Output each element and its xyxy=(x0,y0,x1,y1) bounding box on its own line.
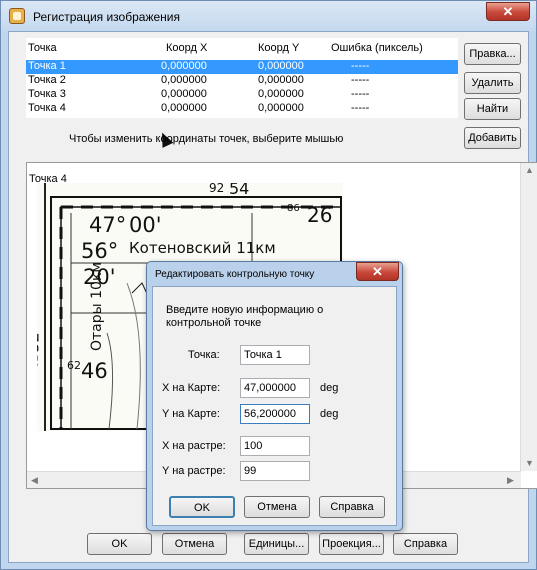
point-name: Точка 4 xyxy=(28,102,66,114)
help-button[interactable]: Справка xyxy=(393,533,458,555)
edit-control-point-dialog: Редактировать контрольную точку ✕ Введит… xyxy=(146,261,403,531)
y-raster-field[interactable]: 99 xyxy=(240,461,310,481)
table-row[interactable]: Точка 4 0,000000 0,000000 ----- xyxy=(26,102,458,116)
map-label-lat1: 47° xyxy=(89,213,127,237)
map-label-46: 46 xyxy=(81,359,108,383)
y-map-field[interactable]: 56,200000 xyxy=(240,404,310,424)
delete-button[interactable]: Удалить xyxy=(464,72,521,94)
y-unit: deg xyxy=(320,408,339,420)
header-error: Ошибка (пиксель) xyxy=(331,42,423,54)
table-row[interactable]: Точка 3 0,000000 0,000000 ----- xyxy=(26,88,458,102)
scroll-down-arrow-icon[interactable]: ▼ xyxy=(525,458,534,468)
error-value: ----- xyxy=(351,60,370,72)
header-coord-x: Коорд X xyxy=(166,42,208,54)
error-value: ----- xyxy=(351,102,370,114)
coord-x: 0,000000 xyxy=(161,60,207,72)
points-list-header: Точка Коорд X Коорд Y Ошибка (пиксель) xyxy=(26,42,458,58)
header-coord-y: Коорд Y xyxy=(258,42,300,54)
scroll-left-arrow-icon[interactable]: ◀ xyxy=(31,475,38,486)
map-label-lat2: 56° xyxy=(81,239,119,263)
x-raster-field[interactable]: 100 xyxy=(240,436,310,456)
dialog-title: Редактировать контрольную точку xyxy=(155,269,315,280)
title-bar: Регистрация изображения ✕ xyxy=(1,1,536,31)
cancel-button[interactable]: Отмена xyxy=(162,533,227,555)
hint-text: Чтобы изменить координаты точек, выберит… xyxy=(69,133,344,145)
map-label-52: 52 xyxy=(37,332,43,353)
map-label-26: 26 xyxy=(307,203,333,227)
map-label-62-left: 62 xyxy=(37,354,41,369)
point-name: Точка 2 xyxy=(28,74,66,86)
points-list[interactable]: Точка Коорд X Коорд Y Ошибка (пиксель) Т… xyxy=(26,38,458,118)
y-raster-label: Y на растре: xyxy=(162,465,226,477)
map-label-86: 86 xyxy=(287,203,300,214)
coord-y: 0,000000 xyxy=(258,60,304,72)
coord-x: 0,000000 xyxy=(161,74,207,86)
window-title: Регистрация изображения xyxy=(33,10,180,24)
scroll-up-arrow-icon[interactable]: ▲ xyxy=(525,165,534,175)
table-row[interactable]: Точка 2 0,000000 0,000000 ----- xyxy=(26,74,458,88)
close-icon[interactable]: ✕ xyxy=(486,2,530,21)
map-label-54: 54 xyxy=(229,183,250,198)
dialog-help-button[interactable]: Справка xyxy=(319,496,385,518)
app-icon xyxy=(9,8,25,24)
find-button[interactable]: Найти xyxy=(464,98,521,120)
point-name: Точка 3 xyxy=(28,88,66,100)
coord-y: 0,000000 xyxy=(258,74,304,86)
dialog-ok-button[interactable]: OK xyxy=(169,496,235,518)
point-name-field[interactable]: Точка 1 xyxy=(240,345,310,365)
map-label-lat1-min: 00' xyxy=(129,213,162,237)
error-value: ----- xyxy=(351,88,370,100)
coord-x: 0,000000 xyxy=(161,88,207,100)
x-map-label: X на Карте: xyxy=(162,382,221,394)
dialog-client: Введите новую информацию о контрольной т… xyxy=(152,286,397,526)
map-label-62-bottom: 62 xyxy=(67,359,81,372)
dialog-close-icon[interactable]: ✕ xyxy=(356,262,399,281)
dialog-instruction-line2: контрольной точке xyxy=(166,317,262,329)
ok-button[interactable]: OK xyxy=(87,533,152,555)
point-label: Точка: xyxy=(188,349,220,361)
map-label-place: Котеновский 11км xyxy=(129,239,276,257)
projection-button[interactable]: Проекция... xyxy=(319,533,384,555)
scroll-right-arrow-icon[interactable]: ▶ xyxy=(507,475,514,486)
coord-x: 0,000000 xyxy=(161,102,207,114)
edit-button[interactable]: Правка... xyxy=(464,43,521,65)
add-button[interactable]: Добавить xyxy=(464,127,521,149)
point-name: Точка 1 xyxy=(28,60,66,72)
map-label-92: 92 xyxy=(209,183,225,195)
coord-y: 0,000000 xyxy=(258,102,304,114)
table-row[interactable]: Точка 1 0,000000 0,000000 ----- xyxy=(26,60,458,74)
units-button[interactable]: Единицы... xyxy=(244,533,309,555)
dialog-instruction-line1: Введите новую информацию о xyxy=(166,304,324,316)
error-value: ----- xyxy=(351,74,370,86)
y-map-label: Y на Карте: xyxy=(162,408,220,420)
vertical-scrollbar[interactable]: ▲ ▼ xyxy=(520,163,537,471)
coord-y: 0,000000 xyxy=(258,88,304,100)
x-raster-label: X на растре: xyxy=(162,440,226,452)
x-unit: deg xyxy=(320,382,339,394)
x-map-field[interactable]: 47,000000 xyxy=(240,378,310,398)
map-label-distance: Отары 10км xyxy=(89,262,105,351)
header-point: Точка xyxy=(28,42,57,54)
dialog-cancel-button[interactable]: Отмена xyxy=(244,496,310,518)
